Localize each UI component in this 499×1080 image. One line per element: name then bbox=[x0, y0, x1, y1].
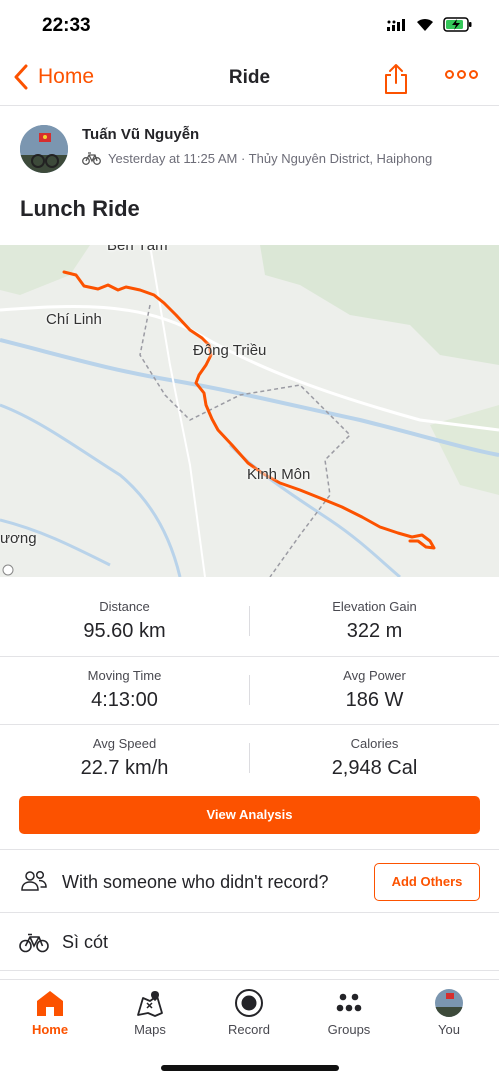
stat-label: Avg Speed bbox=[92, 736, 157, 751]
tab-you[interactable]: You bbox=[409, 988, 489, 1037]
stat-label: Elevation Gain bbox=[332, 599, 417, 614]
stat-label: Avg Power bbox=[343, 668, 406, 683]
map-label: Bến Tắm bbox=[107, 245, 168, 254]
stats-row: Distance 95.60 km Elevation Gain 322 m bbox=[0, 588, 499, 656]
stats-row: Avg Speed 22.7 km/h Calories 2,948 Cal bbox=[0, 724, 499, 792]
avatar[interactable] bbox=[20, 125, 68, 173]
tab-label: Record bbox=[228, 1022, 270, 1037]
tab-groups[interactable]: Groups bbox=[309, 988, 389, 1037]
bike-icon bbox=[19, 933, 49, 953]
tab-home[interactable]: Home bbox=[10, 988, 90, 1037]
with-someone-text: With someone who didn't record? bbox=[62, 872, 329, 892]
avatar bbox=[435, 989, 463, 1017]
status-icons bbox=[387, 17, 473, 32]
groups-icon bbox=[336, 993, 362, 1012]
home-indicator bbox=[161, 1065, 339, 1071]
stat-distance: Distance 95.60 km bbox=[0, 588, 249, 656]
stat-value: 4:13:00 bbox=[91, 689, 158, 711]
signal-icon bbox=[387, 18, 405, 31]
bike-icon bbox=[82, 152, 101, 165]
battery-charging-icon bbox=[443, 17, 472, 32]
stat-label: Moving Time bbox=[87, 668, 162, 683]
share-icon[interactable] bbox=[384, 62, 408, 96]
map-label: ương bbox=[0, 530, 37, 547]
tab-label: Groups bbox=[327, 1022, 371, 1037]
map-label: Chí Linh bbox=[46, 311, 102, 328]
wifi-icon bbox=[417, 18, 433, 31]
gear-name: Sì cót bbox=[62, 932, 109, 952]
tab-label: Home bbox=[31, 1022, 69, 1037]
map-label: Đông Triều bbox=[193, 342, 267, 359]
status-time: 22:33 bbox=[42, 15, 91, 36]
athlete-header: Tuấn Vũ Nguyễn Yesterday at 11:25 AM · T… bbox=[0, 120, 499, 180]
nav-bar: Home Ride bbox=[0, 52, 499, 106]
map-canvas bbox=[0, 245, 499, 577]
record-icon bbox=[235, 989, 263, 1017]
stat-elevation-gain: Elevation Gain 322 m bbox=[250, 588, 499, 656]
stat-value: 22.7 km/h bbox=[80, 757, 169, 779]
tab-label: You bbox=[438, 1022, 460, 1037]
view-analysis-button[interactable]: View Analysis bbox=[19, 796, 480, 834]
route-map[interactable]: Bến Tắm Chí Linh Đông Triều Kinh Môn ươn… bbox=[0, 245, 499, 577]
people-icon bbox=[21, 870, 47, 891]
maps-icon bbox=[137, 991, 163, 1017]
stat-avg-speed: Avg Speed 22.7 km/h bbox=[0, 725, 249, 793]
tab-label: Maps bbox=[134, 1022, 166, 1037]
stat-avg-power: Avg Power 186 W bbox=[250, 657, 499, 725]
stat-label: Calories bbox=[350, 736, 399, 751]
stat-value: 95.60 km bbox=[83, 620, 166, 642]
stat-label: Distance bbox=[99, 599, 150, 614]
activity-meta-text: Yesterday at 11:25 AM · Thủy Nguyên Dist… bbox=[108, 151, 433, 166]
stats-grid: Distance 95.60 km Elevation Gain 322 m M… bbox=[0, 588, 499, 792]
gear-row[interactable]: Sì cót bbox=[0, 913, 499, 971]
page-title: Ride bbox=[228, 67, 271, 88]
stat-value: 186 W bbox=[345, 689, 404, 711]
stat-moving-time: Moving Time 4:13:00 bbox=[0, 657, 249, 725]
map-label: Kinh Môn bbox=[247, 466, 311, 483]
with-someone-row: With someone who didn't record? Add Othe… bbox=[0, 849, 499, 913]
add-others-button[interactable]: Add Others bbox=[374, 863, 480, 901]
tab-record[interactable]: Record bbox=[209, 988, 289, 1037]
activity-meta: Yesterday at 11:25 AM · Thủy Nguyên Dist… bbox=[82, 151, 432, 166]
stat-value: 322 m bbox=[346, 620, 403, 642]
stats-row: Moving Time 4:13:00 Avg Power 186 W bbox=[0, 656, 499, 724]
more-icon[interactable] bbox=[445, 70, 478, 79]
tab-maps[interactable]: Maps bbox=[110, 988, 190, 1037]
home-icon bbox=[37, 991, 63, 1016]
stat-calories: Calories 2,948 Cal bbox=[250, 725, 499, 793]
athlete-name[interactable]: Tuấn Vũ Nguyễn bbox=[82, 126, 199, 143]
activity-title: Lunch Ride bbox=[20, 196, 140, 221]
stat-value: 2,948 Cal bbox=[331, 757, 418, 779]
status-bar: 22:33 bbox=[0, 0, 499, 52]
